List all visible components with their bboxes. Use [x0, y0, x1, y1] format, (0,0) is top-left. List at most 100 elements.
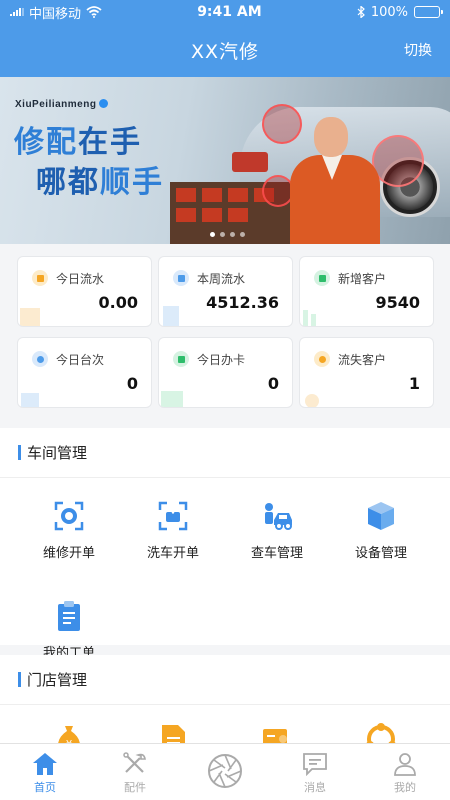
carousel-dot[interactable]	[220, 232, 225, 237]
staff-card-icon	[263, 729, 287, 743]
carousel-indicator[interactable]	[210, 232, 245, 237]
signal-icon	[10, 8, 24, 16]
stat-value: 0.00	[98, 293, 138, 312]
tab-label: 配件	[124, 781, 146, 794]
status-bar: 中国移动 9:41 AM 100%	[0, 0, 450, 24]
stat-label: 本周流水	[197, 272, 246, 286]
tile-label: 洗车开单	[146, 546, 199, 561]
tile-label: 查车管理	[250, 546, 303, 561]
stat-value: 4512.36	[206, 293, 279, 312]
section-header: 车间管理	[0, 428, 450, 478]
users-icon	[314, 351, 330, 367]
stat-card-today-revenue[interactable]: 今日流水 0.00	[17, 256, 152, 327]
tab-label: 消息	[304, 781, 326, 794]
section-header: 门店管理	[0, 655, 450, 705]
tab-label: 我的	[394, 781, 416, 794]
section-accent-bar	[18, 445, 21, 460]
store-tile[interactable]	[329, 705, 433, 743]
wifi-icon	[86, 6, 102, 18]
page-title: XX汽修	[190, 41, 260, 63]
message-icon	[303, 753, 327, 776]
brand-logo-icon	[99, 99, 109, 108]
banner-slogan-line2: 哪都顺手	[36, 165, 164, 200]
tab-profile[interactable]: 我的	[360, 744, 450, 800]
bluetooth-icon	[357, 6, 365, 18]
document-icon	[162, 725, 185, 743]
section-accent-bar	[18, 672, 21, 687]
stat-value: 1	[408, 374, 420, 393]
tab-center[interactable]	[180, 744, 270, 800]
car-wash-icon	[158, 501, 188, 531]
stat-label: 今日台次	[56, 353, 105, 367]
switch-button[interactable]: 切换	[404, 40, 432, 60]
tab-messages[interactable]: 消息	[270, 744, 360, 800]
promo-banner[interactable]: XiuPeilianmeng 修配在手 哪都顺手	[0, 77, 450, 244]
stat-watermark-icon	[20, 308, 40, 326]
section-title: 车间管理	[27, 444, 88, 462]
store-section: 门店管理 ¥	[0, 655, 450, 743]
mechanic-image	[290, 107, 380, 244]
aperture-icon	[208, 754, 242, 788]
car-inspect-button[interactable]: 查车管理	[225, 478, 329, 578]
section-title: 门店管理	[27, 671, 88, 689]
stat-card-lost-customers[interactable]: 流失客户 1	[299, 337, 434, 408]
repair-order-button[interactable]: 维修开单	[17, 478, 121, 578]
stat-watermark-icon	[163, 306, 179, 326]
battery-percent: 100%	[370, 4, 408, 20]
stat-card-new-customers[interactable]: 新增客户 9540	[299, 256, 434, 327]
stats-grid: 今日流水 0.00 本周流水 4512.36 新增客户 9540 今日台次 0 …	[17, 256, 434, 408]
home-icon	[33, 753, 57, 775]
stat-watermark-icon	[21, 393, 39, 407]
money-bag-icon: ¥	[58, 726, 80, 743]
user-icon	[394, 753, 416, 776]
stat-value: 0	[267, 374, 279, 393]
repair-order-icon	[54, 501, 84, 531]
carousel-dot[interactable]	[210, 232, 215, 237]
stat-card-today-vehicles[interactable]: 今日台次 0	[17, 337, 152, 408]
stat-label: 今日流水	[56, 272, 105, 286]
nav-bar: XX汽修 切换	[0, 24, 450, 77]
carousel-dot[interactable]	[240, 232, 245, 237]
stat-value: 9540	[375, 293, 420, 312]
stat-watermark-icon	[303, 310, 316, 326]
carousel-dot[interactable]	[230, 232, 235, 237]
globe-icon	[32, 351, 48, 367]
banner-brand: XiuPeilianmeng	[15, 99, 109, 110]
workshop-grid: 维修开单 洗车开单 查车管理 设备管理 我的工单	[0, 478, 450, 678]
tab-home[interactable]: 首页	[0, 744, 90, 800]
stat-value: 0	[126, 374, 138, 393]
tile-label: 维修开单	[42, 546, 95, 561]
clipboard-icon	[58, 601, 80, 631]
car-inspect-icon	[265, 503, 292, 530]
hud-car-icon	[232, 152, 268, 172]
banner-slogan-line1: 修配在手	[14, 125, 142, 160]
bar-chart-icon	[314, 270, 330, 286]
store-tile[interactable]	[121, 705, 225, 743]
stat-card-today-cards[interactable]: 今日办卡 0	[158, 337, 293, 408]
battery-icon	[414, 6, 443, 18]
stat-card-week-revenue[interactable]: 本周流水 4512.36	[158, 256, 293, 327]
receipt-icon	[173, 270, 189, 286]
tab-parts[interactable]: 配件	[90, 744, 180, 800]
workshop-section: 车间管理 维修开单 洗车开单 查车管理 设备管理 我的工单	[0, 428, 450, 661]
app-header: 中国移动 9:41 AM 100% XX汽修 切换	[0, 0, 450, 77]
tab-label: 首页	[34, 781, 56, 794]
store-tile[interactable]: ¥	[17, 705, 121, 743]
card-icon	[173, 351, 189, 367]
equipment-box-icon	[368, 502, 394, 530]
stat-label: 流失客户	[338, 353, 387, 367]
stat-watermark-icon	[305, 394, 319, 407]
bottom-tab-bar: 首页 配件 消息 我的	[0, 743, 450, 800]
tile-label: 设备管理	[354, 546, 407, 561]
stat-label: 新增客户	[338, 272, 387, 286]
store-grid: ¥	[0, 705, 450, 743]
carrier-label: 中国移动	[29, 6, 82, 22]
equipment-button[interactable]: 设备管理	[329, 478, 433, 578]
car-wash-button[interactable]: 洗车开单	[121, 478, 225, 578]
tools-icon	[123, 752, 146, 773]
stat-watermark-icon	[161, 391, 183, 407]
money-icon	[32, 270, 48, 286]
status-time: 9:41 AM	[197, 4, 262, 20]
people-circle-icon	[366, 723, 396, 743]
store-tile[interactable]	[225, 705, 329, 743]
